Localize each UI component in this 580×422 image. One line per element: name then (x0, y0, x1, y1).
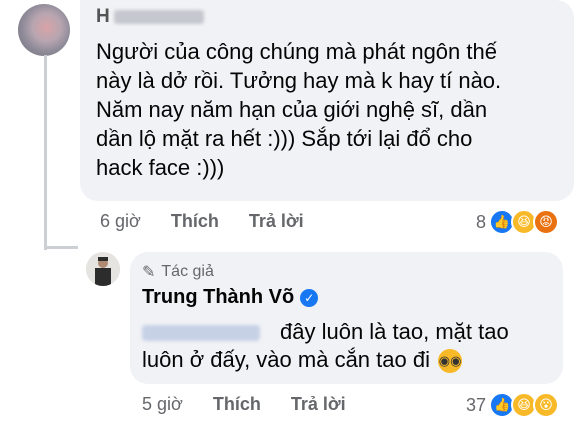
author-badge: ✎ Tác giả (142, 262, 214, 282)
commenter-avatar[interactable] (18, 4, 70, 56)
verified-badge-icon: ✓ (300, 288, 319, 307)
thread-branch (44, 246, 78, 249)
reply-reply-button[interactable]: Trả lời (291, 394, 346, 415)
reaction-count: 8 (476, 211, 487, 232)
angry-icon: 😡 (533, 209, 560, 235)
reply-actions: 5 giờ Thích Trả lời (142, 394, 376, 415)
reply-author-label: Trung Thành Võ (142, 286, 295, 308)
reply-button[interactable]: Trả lời (249, 211, 304, 232)
glasses-emoji-icon: ◉◉ (438, 349, 463, 374)
pen-icon: ✎ (142, 264, 156, 281)
like-button[interactable]: Thích (171, 211, 219, 232)
reply-like-button[interactable]: Thích (213, 394, 261, 415)
commenter-initial: H (96, 6, 110, 27)
comment-actions: 6 giờ Thích Trả lời (100, 211, 334, 232)
commenter-name[interactable]: H (96, 6, 204, 28)
author-badge-label: Tác giả (161, 263, 214, 280)
reply-reactions[interactable]: 37 👍 😆 😮 (466, 392, 560, 418)
comment-text: Người của công chúng mà phát ngôn thế nà… (96, 39, 502, 180)
reply-author-avatar[interactable] (86, 252, 120, 286)
redacted-mention (142, 325, 260, 342)
redacted-name (113, 10, 204, 24)
comment-reactions[interactable]: 8 👍 😆 😡 (476, 209, 560, 235)
comment-timestamp[interactable]: 6 giờ (100, 211, 141, 232)
reply-timestamp[interactable]: 5 giờ (142, 394, 183, 415)
wow-icon: 😮 (533, 392, 560, 418)
reply-author-name[interactable]: Trung Thành Võ ✓ (142, 286, 319, 309)
reply-reaction-count: 37 (466, 394, 487, 415)
thread-line (44, 55, 47, 250)
reply-text: đây luôn là tao, mặt tao luôn ở đấy, vào… (142, 318, 552, 374)
